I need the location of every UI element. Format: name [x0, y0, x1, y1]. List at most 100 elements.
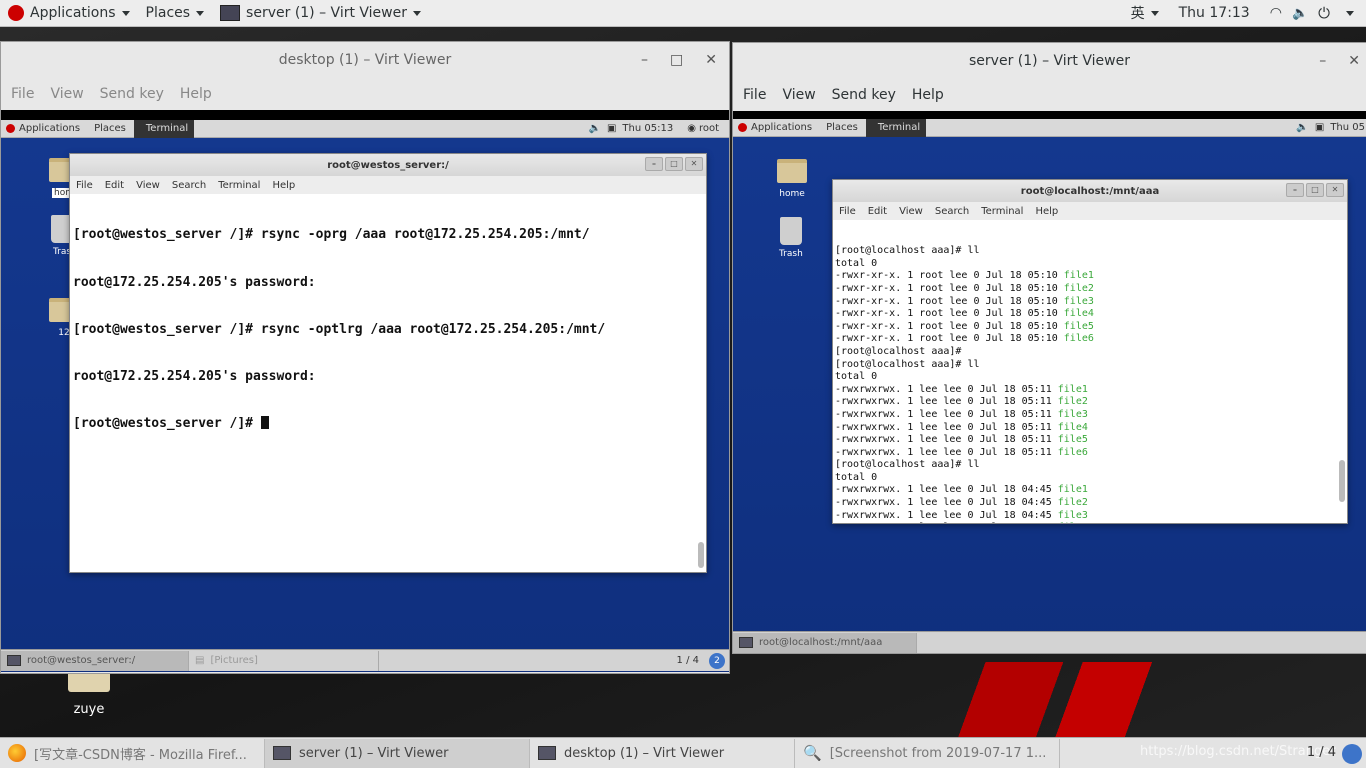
minimize-button[interactable]: – — [1286, 183, 1304, 197]
task-screenshot[interactable]: 🔍 [Screenshot from 2019-07-17 1... — [795, 738, 1060, 768]
terminal-line: [root@westos_server /]# rsync -optlrg /a… — [73, 321, 606, 337]
menu-help[interactable]: Help — [912, 87, 944, 103]
guest-task-terminal[interactable]: root@westos_server:/ — [1, 650, 189, 671]
terminal-output[interactable]: [root@westos_server /]# rsync -oprg /aaa… — [70, 194, 706, 572]
menu-view[interactable]: View — [782, 87, 815, 103]
guest-task-label: [Pictures] — [210, 655, 258, 666]
terminal-menu-help[interactable]: Help — [1035, 206, 1058, 217]
guest-icon-home[interactable]: home — [777, 159, 807, 199]
terminal-titlebar[interactable]: root@westos_server:/ – □ ✕ — [70, 154, 706, 176]
maximize-button[interactable]: □ — [670, 52, 683, 68]
guest-icon-trash[interactable]: Trash — [779, 217, 803, 259]
terminal-line-text: -rwxrwxrwx. 1 lee lee 0 Jul 18 04:45 — [835, 484, 1058, 496]
task-server-viewer[interactable]: server (1) – Virt Viewer — [265, 738, 530, 768]
system-menu[interactable]: ◠ 🔈 ⏻ — [1262, 0, 1366, 27]
terminal-menu-view[interactable]: View — [136, 180, 160, 191]
terminal-menu-file[interactable]: File — [76, 180, 93, 191]
terminal-menu-terminal[interactable]: Terminal — [218, 180, 260, 191]
minimize-button[interactable]: – — [1319, 53, 1326, 69]
menu-view[interactable]: View — [50, 86, 83, 102]
guest-places[interactable]: Places — [826, 122, 858, 133]
guest-terminal-tab[interactable]: Terminal — [133, 119, 195, 138]
maximize-button[interactable]: □ — [665, 157, 683, 171]
guest-terminal-tab[interactable]: Terminal — [865, 118, 927, 137]
input-method-menu[interactable]: 英 — [1123, 0, 1167, 27]
guest-task-terminal[interactable]: root@localhost:/mnt/aaa — [733, 632, 917, 653]
task-firefox[interactable]: [写文章-CSDN博客 - Mozilla Firef... — [0, 738, 265, 768]
applications-label: Applications — [30, 5, 116, 21]
virt-viewer-server-window[interactable]: server (1) – Virt Viewer – ✕ File View S… — [732, 42, 1366, 654]
terminal-menu-edit[interactable]: Edit — [868, 206, 887, 217]
task-label: desktop (1) – Virt Viewer — [564, 745, 725, 761]
top-bar: Applications Places server (1) – Virt Vi… — [0, 0, 1366, 27]
minimize-button[interactable]: – — [641, 52, 648, 68]
terminal-menu-terminal[interactable]: Terminal — [981, 206, 1023, 217]
places-label: Places — [145, 5, 191, 21]
terminal-line-text: [root@localhost aaa]# ll — [835, 358, 980, 370]
chevron-down-icon — [1150, 10, 1159, 16]
guest-task-pictures[interactable]: ▤ [Pictures] — [189, 650, 379, 671]
window-titlebar[interactable]: desktop (1) – Virt Viewer – □ ✕ — [1, 42, 729, 78]
guest-user[interactable]: root — [699, 123, 719, 134]
terminal-menubar: File Edit View Search Terminal Help — [833, 202, 1347, 220]
terminal-menu-search[interactable]: Search — [935, 206, 969, 217]
menu-send-key[interactable]: Send key — [100, 86, 164, 102]
terminal-menu-search[interactable]: Search — [172, 180, 206, 191]
file-name: file4 — [1057, 421, 1088, 433]
guest-applications[interactable]: Applications — [751, 122, 812, 133]
guest-places[interactable]: Places — [94, 123, 126, 134]
terminal-line-text: total 0 — [835, 471, 878, 483]
menu-file[interactable]: File — [743, 87, 766, 103]
close-button[interactable]: ✕ — [705, 52, 717, 68]
menu-help[interactable]: Help — [180, 86, 212, 102]
workspace-pager[interactable]: 1 / 4 — [1307, 745, 1336, 760]
maximize-button[interactable]: □ — [1306, 183, 1324, 197]
guest-workspace-pager[interactable]: 1 / 4 — [677, 655, 699, 666]
task-label: server (1) – Virt Viewer — [299, 745, 449, 761]
terminal-line-text: [root@localhost aaa]# ll — [835, 459, 980, 471]
file-name: file4 — [1063, 308, 1094, 320]
desktop-icon-zuye[interactable]: zuye — [62, 672, 116, 717]
applications-menu[interactable]: Applications — [0, 0, 138, 27]
terminal-menu-edit[interactable]: Edit — [105, 180, 124, 191]
guest-clock[interactable]: Thu 05 — [1330, 122, 1365, 133]
guest-taskbar: root@localhost:/mnt/aaa — [733, 631, 1366, 653]
terminal-output[interactable]: [root@localhost aaa]# ll total 0 -rwxr-xr-… — [833, 220, 1347, 523]
file-name: file3 — [1057, 408, 1088, 420]
guest-taskbar: root@westos_server:/ ▤ [Pictures] 1 / 4 2 — [1, 649, 729, 671]
terminal-titlebar[interactable]: root@localhost:/mnt/aaa – □ ✕ — [833, 180, 1347, 202]
guest-display[interactable]: Applications Places Terminal 🔈 ▣ Thu 05:… — [1, 119, 729, 672]
notification-icon[interactable] — [1342, 743, 1362, 764]
close-button[interactable]: ✕ — [1348, 53, 1360, 69]
close-button[interactable]: ✕ — [685, 157, 703, 171]
clock[interactable]: Thu 17:13 — [1167, 0, 1262, 27]
terminal-line: root@172.25.254.205's password: — [73, 368, 316, 384]
terminal-menu-file[interactable]: File — [839, 206, 856, 217]
virt-viewer-icon — [220, 5, 241, 21]
file-name: file3 — [1063, 295, 1094, 307]
guest-clock[interactable]: Thu 05:13 — [622, 123, 673, 134]
close-button[interactable]: ✕ — [1326, 183, 1344, 197]
terminal-menu-view[interactable]: View — [899, 206, 923, 217]
guest-display[interactable]: Applications Places Terminal 🔈 ▣ Thu 05 … — [733, 118, 1366, 653]
terminal-line-text: [root@localhost aaa]# — [835, 345, 962, 357]
places-menu[interactable]: Places — [138, 0, 213, 27]
guest-terminal-window[interactable]: root@westos_server:/ – □ ✕ File Edit View … — [69, 153, 707, 573]
terminal-line: -rwxrwxrwx. 1 lee lee 0 Jul 18 04:45 fil… — [835, 510, 1345, 523]
menu-send-key[interactable]: Send key — [832, 87, 896, 103]
guest-applications[interactable]: Applications — [19, 123, 80, 134]
task-desktop-viewer[interactable]: desktop (1) – Virt Viewer — [530, 738, 795, 768]
terminal-menu-help[interactable]: Help — [272, 180, 295, 191]
trash-icon — [779, 217, 802, 245]
menu-file[interactable]: File — [11, 86, 34, 102]
terminal-scrollbar[interactable] — [698, 542, 704, 568]
notification-icon[interactable]: 2 — [709, 652, 725, 669]
guest-terminal-window[interactable]: root@localhost:/mnt/aaa – □ ✕ File Edit Vi… — [832, 179, 1348, 524]
power-icon: ⏻ — [1318, 4, 1330, 22]
terminal-line-text: -rwxr-xr-x. 1 root lee 0 Jul 18 05:10 — [835, 282, 1064, 294]
virt-viewer-desktop-window[interactable]: desktop (1) – Virt Viewer – □ ✕ File Vie… — [0, 41, 730, 674]
active-window-menu[interactable]: server (1) – Virt Viewer — [212, 0, 429, 27]
terminal-scrollbar[interactable] — [1339, 460, 1345, 502]
window-titlebar[interactable]: server (1) – Virt Viewer – ✕ — [733, 43, 1366, 79]
minimize-button[interactable]: – — [645, 157, 663, 171]
